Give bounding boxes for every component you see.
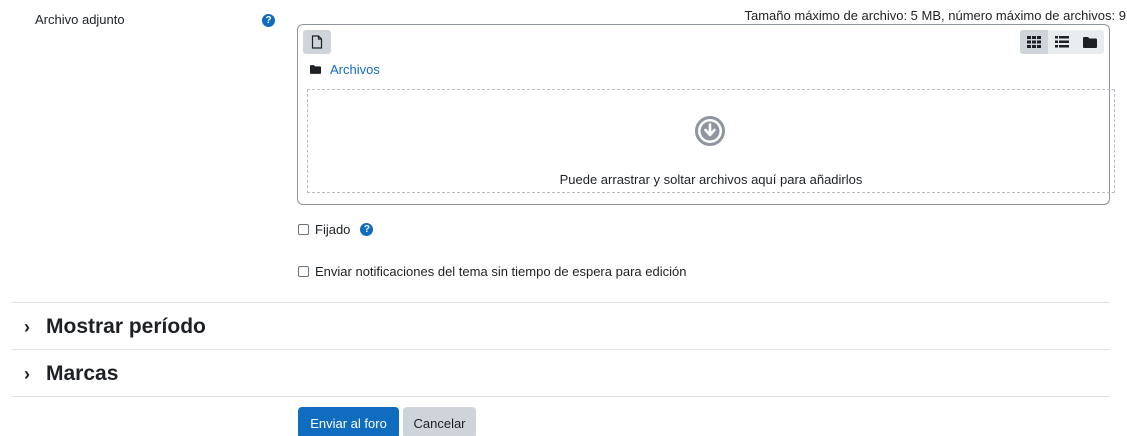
pinned-option: Fijado ? xyxy=(298,222,374,237)
folder-icon xyxy=(310,65,321,74)
folder-icon xyxy=(1083,36,1097,48)
file-icon xyxy=(311,35,323,49)
grid-view-button[interactable] xyxy=(1020,30,1048,54)
add-file-button[interactable] xyxy=(303,30,331,54)
tree-view-button[interactable] xyxy=(1076,30,1104,54)
grid-icon xyxy=(1027,36,1041,48)
drop-zone[interactable]: Puede arrastrar y soltar archivos aquí p… xyxy=(307,89,1115,193)
attachment-label: Archivo adjunto xyxy=(35,12,125,27)
breadcrumb: Archivos xyxy=(310,62,380,77)
help-icon[interactable]: ? xyxy=(262,14,275,27)
download-circle-icon xyxy=(695,116,725,146)
divider xyxy=(12,396,1110,397)
chevron-right-icon: › xyxy=(24,316,30,337)
drop-zone-hint: Puede arrastrar y soltar archivos aquí p… xyxy=(559,172,863,187)
file-limits: Tamaño máximo de archivo: 5 MB, número m… xyxy=(744,8,1127,23)
view-switcher xyxy=(1020,30,1104,54)
section-display-period-title: Mostrar período xyxy=(46,315,206,338)
pinned-checkbox[interactable] xyxy=(298,224,309,235)
divider xyxy=(12,349,1110,350)
chevron-right-icon: › xyxy=(24,363,30,384)
section-display-period[interactable]: › Mostrar período xyxy=(24,315,206,339)
list-icon xyxy=(1055,36,1069,48)
list-view-button[interactable] xyxy=(1048,30,1076,54)
cancel-button[interactable]: Cancelar xyxy=(403,407,476,436)
notify-checkbox[interactable] xyxy=(298,266,309,277)
breadcrumb-files-link[interactable]: Archivos xyxy=(330,62,380,77)
notify-option: Enviar notificaciones del tema sin tiemp… xyxy=(298,264,686,279)
pinned-label: Fijado xyxy=(315,222,351,237)
section-tags-title: Marcas xyxy=(46,362,119,385)
section-tags[interactable]: › Marcas xyxy=(24,362,118,386)
submit-button[interactable]: Enviar al foro xyxy=(298,407,399,436)
file-manager: Archivos Puede arrastrar y soltar archiv… xyxy=(297,24,1115,205)
divider xyxy=(12,302,1110,303)
help-icon[interactable]: ? xyxy=(360,223,374,236)
notify-label: Enviar notificaciones del tema sin tiemp… xyxy=(315,264,687,279)
